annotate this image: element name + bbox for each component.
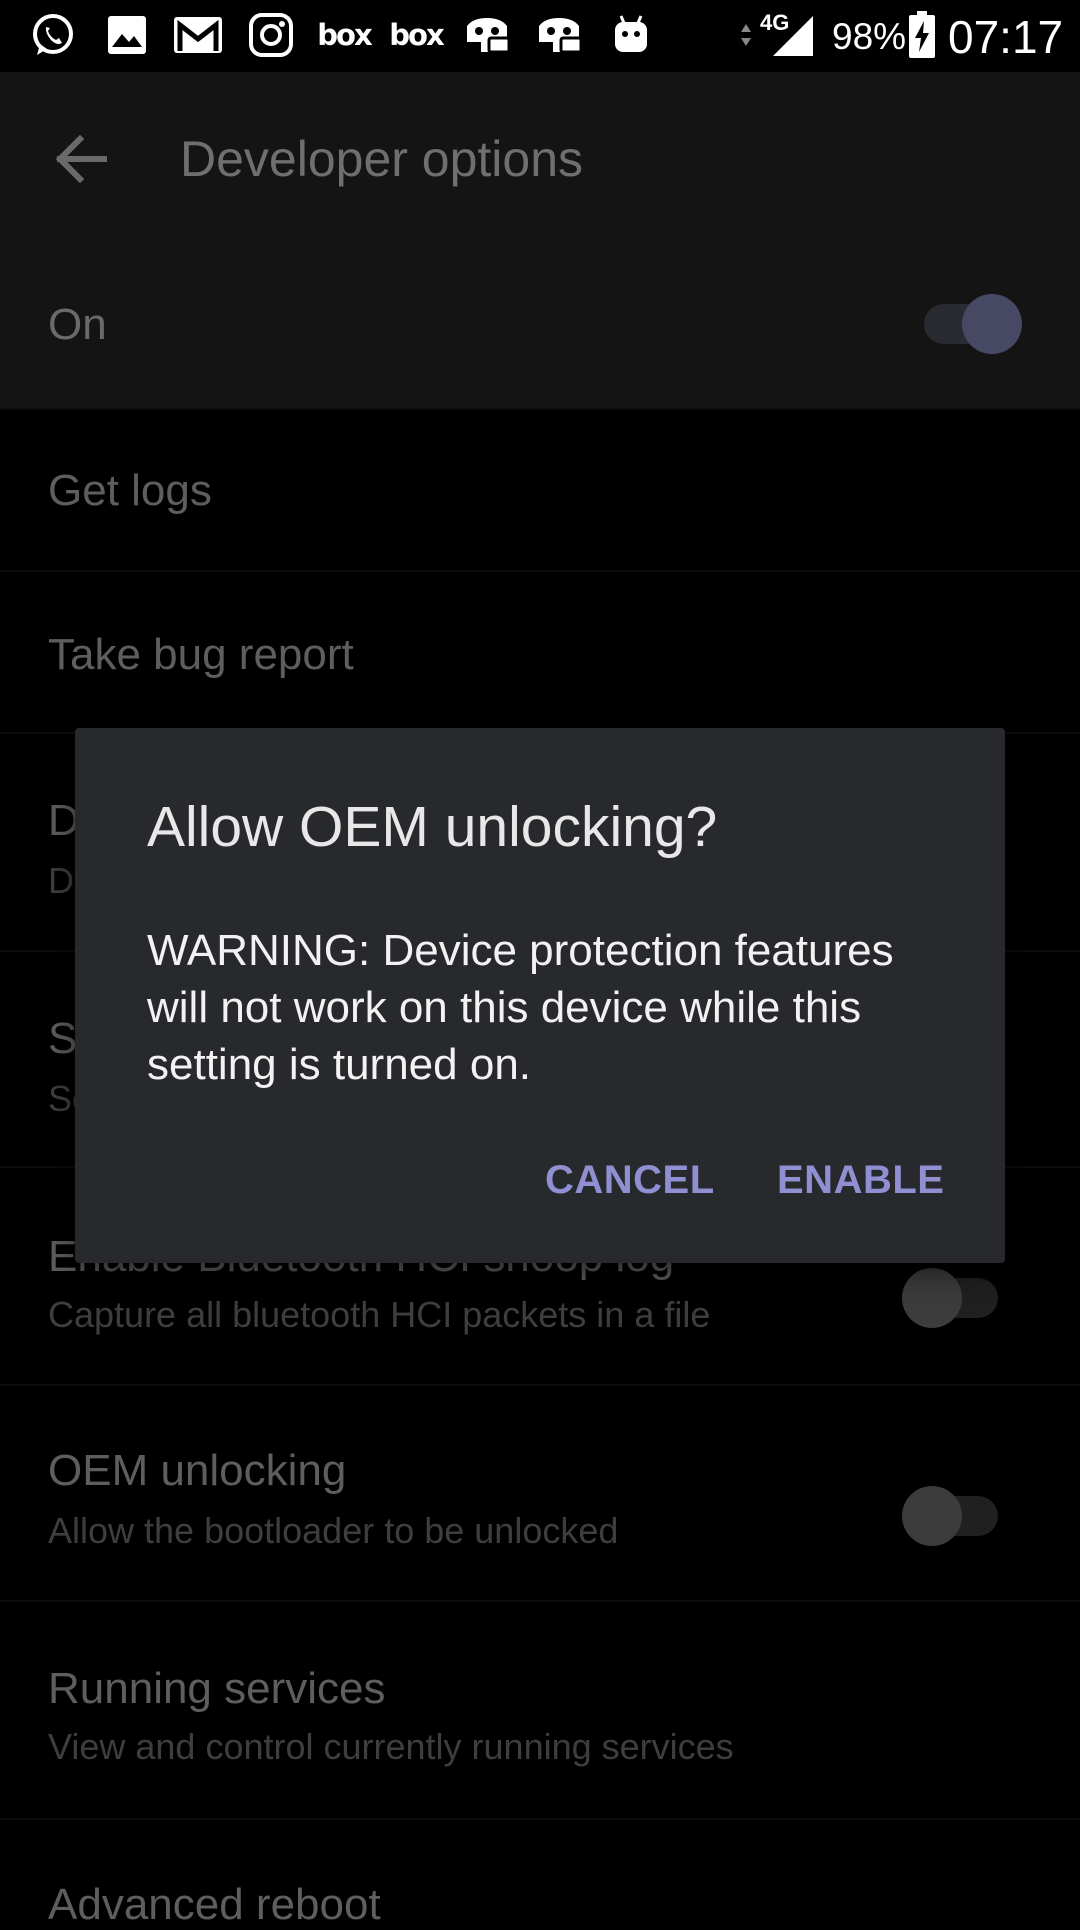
setting-get-logs[interactable]: Get logs (0, 408, 1080, 572)
switch-thumb (902, 1486, 962, 1546)
clock: 07:17 (948, 11, 1064, 63)
switch-thumb (902, 1268, 962, 1328)
cancel-button[interactable]: CANCEL (545, 1158, 715, 1203)
setting-title: Advanced reboot (48, 1880, 381, 1929)
setting-running-services[interactable]: Running services View and control curren… (0, 1600, 1080, 1820)
setting-title: OEM unlocking (48, 1446, 347, 1495)
instagram-icon (244, 10, 298, 60)
box-icon: box (317, 18, 372, 52)
page-title: Developer options (180, 131, 584, 187)
setting-subtitle: Capture all bluetooth HCI packets in a f… (48, 1294, 711, 1335)
data-activity-icon (738, 10, 754, 60)
discord-icon (532, 10, 586, 60)
back-arrow-icon (55, 134, 107, 184)
oem-unlocking-toggle-switch[interactable] (902, 1486, 998, 1546)
master-toggle-label: On (48, 300, 107, 349)
setting-title: Running services (48, 1664, 386, 1713)
setting-title: S (48, 1014, 78, 1063)
master-toggle-switch[interactable] (924, 294, 1022, 354)
setting-take-bug-report[interactable]: Take bug report (0, 570, 1080, 734)
oem-unlock-dialog: Allow OEM unlocking? WARNING: Device pro… (75, 728, 1005, 1263)
signal-icon (768, 10, 816, 60)
box-icon: box (389, 18, 444, 52)
setting-subtitle: View and control currently running servi… (48, 1726, 734, 1767)
enable-button[interactable]: ENABLE (777, 1158, 944, 1203)
gmail-icon (170, 10, 226, 60)
status-bar: box box 4G 98% 07:17 (0, 0, 1080, 72)
gallery-icon (100, 10, 154, 60)
dialog-title: Allow OEM unlocking? (147, 795, 718, 859)
android-icon (604, 10, 658, 60)
battery-percent: 98% (832, 16, 907, 57)
discord-icon (460, 10, 514, 60)
dialog-message: WARNING: Device protection features will… (147, 926, 894, 1089)
setting-subtitle: Allow the bootloader to be unlocked (48, 1510, 619, 1551)
app-bar: Developer options (0, 72, 1080, 242)
back-button[interactable] (46, 124, 116, 194)
setting-subtitle: D (48, 860, 74, 901)
setting-advanced-reboot[interactable]: Advanced reboot (0, 1818, 1080, 1929)
developer-options-master-toggle-row[interactable]: On (0, 242, 1080, 408)
whatsapp-icon (26, 10, 80, 60)
setting-title: Get logs (48, 466, 212, 515)
setting-title: Take bug report (48, 630, 354, 679)
battery-charging-icon (906, 10, 938, 60)
setting-oem-unlocking[interactable]: OEM unlocking Allow the bootloader to be… (0, 1384, 1080, 1602)
bluetooth-hci-toggle-switch[interactable] (902, 1268, 998, 1328)
switch-thumb (962, 294, 1022, 354)
